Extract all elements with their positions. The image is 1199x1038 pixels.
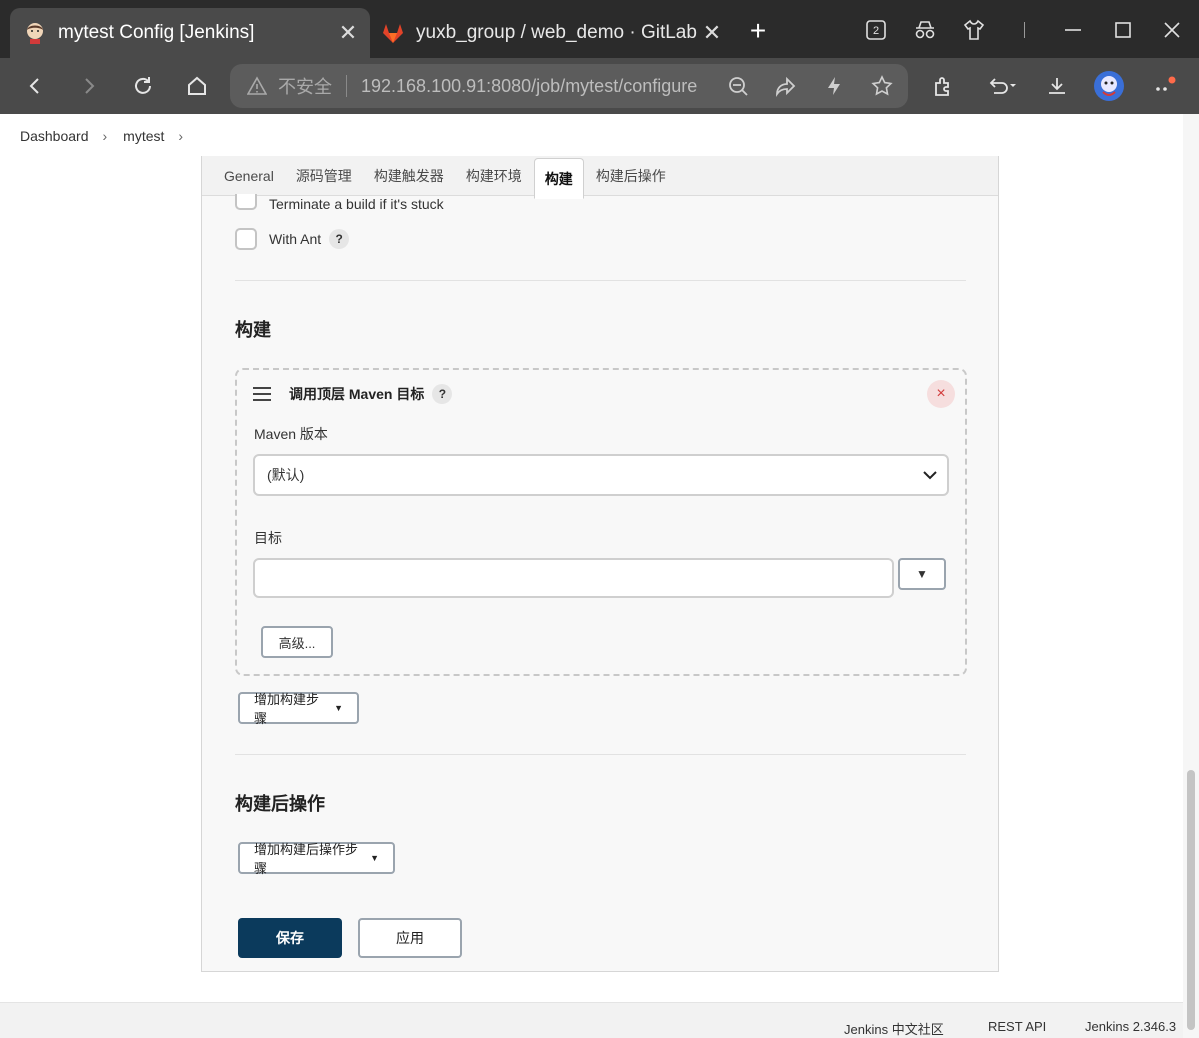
zoom-out-icon[interactable] bbox=[726, 74, 750, 98]
minimize-icon[interactable] bbox=[1055, 14, 1091, 46]
tab-close-icon[interactable]: ✕ bbox=[698, 20, 726, 46]
save-button[interactable]: 保存 bbox=[238, 918, 342, 958]
address-bar[interactable]: 不安全 192.168.100.91:8080/job/mytest/confi… bbox=[230, 64, 908, 108]
with-ant-checkbox[interactable] bbox=[235, 228, 257, 250]
chevron-right-icon[interactable]: › bbox=[178, 128, 183, 144]
footer-rest-api-link[interactable]: REST API bbox=[988, 1019, 1046, 1034]
download-icon[interactable] bbox=[1040, 70, 1074, 102]
toolbar-divider bbox=[1006, 14, 1042, 46]
tab-build[interactable]: 构建 bbox=[533, 158, 584, 199]
build-step-header: 调用顶层 Maven 目标 ? bbox=[253, 384, 453, 404]
maximize-icon[interactable] bbox=[1105, 14, 1141, 46]
advanced-button[interactable]: 高级... bbox=[261, 626, 333, 658]
security-label: 不安全 bbox=[278, 77, 332, 97]
browser-tab-jenkins[interactable]: mytest Config [Jenkins] ✕ bbox=[10, 8, 370, 58]
add-build-step-label: 增加构建步骤 bbox=[254, 692, 320, 726]
add-post-build-step-button[interactable]: 增加构建后操作步骤 ▼ bbox=[238, 842, 395, 876]
goals-input[interactable] bbox=[253, 558, 894, 598]
build-step-title: 调用顶层 Maven 目标 bbox=[289, 386, 425, 402]
share-icon[interactable] bbox=[773, 74, 797, 98]
footer-version-link[interactable]: Jenkins 2.346.3 bbox=[1085, 1019, 1176, 1034]
jenkins-page: Dashboard › mytest › General 源码管理 构建触发器 … bbox=[0, 114, 1199, 1038]
tab-count-icon[interactable]: 2 bbox=[858, 14, 894, 46]
add-post-build-step-label: 增加构建后操作步骤 bbox=[254, 842, 359, 876]
delete-step-button[interactable]: × bbox=[927, 380, 955, 408]
tab-post-build[interactable]: 构建后操作 bbox=[586, 156, 676, 196]
caret-down-icon: ▼ bbox=[334, 703, 343, 713]
config-panel: General 源码管理 构建触发器 构建环境 构建 构建后操作 Termina… bbox=[201, 156, 999, 972]
new-tab-button[interactable]: + bbox=[742, 16, 774, 48]
section-divider bbox=[235, 280, 966, 281]
more-menu-icon[interactable] bbox=[1148, 70, 1182, 102]
extensions-icon[interactable] bbox=[926, 70, 960, 102]
url-text[interactable]: 192.168.100.91:8080/job/mytest/configure bbox=[361, 76, 711, 97]
tab-build-triggers[interactable]: 构建触发器 bbox=[364, 156, 454, 196]
lightning-icon[interactable] bbox=[822, 74, 846, 98]
maven-version-select[interactable]: (默认) bbox=[253, 454, 949, 496]
help-icon[interactable]: ? bbox=[432, 384, 453, 404]
with-ant-label: With Ant bbox=[269, 231, 322, 247]
add-build-step-button[interactable]: 增加构建步骤 ▼ bbox=[238, 692, 359, 726]
help-icon[interactable]: ? bbox=[329, 229, 350, 249]
terminate-stuck-label: Terminate a build if it's stuck bbox=[269, 196, 444, 212]
footer-community-link[interactable]: Jenkins 中文社区 bbox=[844, 1019, 944, 1038]
page-scrollbar[interactable] bbox=[1183, 114, 1199, 1038]
reload-icon[interactable] bbox=[126, 70, 160, 102]
maven-version-value: (默认) bbox=[267, 467, 305, 483]
tab-title: mytest Config [Jenkins] bbox=[58, 22, 255, 43]
gitlab-icon bbox=[380, 20, 406, 46]
tab-count-badge: 2 bbox=[873, 25, 879, 37]
section-divider bbox=[235, 754, 966, 755]
drag-handle-icon[interactable] bbox=[253, 387, 271, 401]
undo-menu-icon[interactable] bbox=[980, 70, 1024, 102]
home-icon[interactable] bbox=[180, 70, 214, 102]
scrollbar-thumb[interactable] bbox=[1187, 770, 1195, 1030]
window-close-icon[interactable] bbox=[1154, 14, 1190, 46]
browser-toolbar: 不安全 192.168.100.91:8080/job/mytest/confi… bbox=[0, 58, 1199, 114]
tab-title: yuxb_group / web_demo · GitLab bbox=[416, 22, 697, 43]
page-footer: Jenkins 中文社区 REST API Jenkins 2.346.3 bbox=[0, 1002, 1199, 1038]
breadcrumb-dashboard[interactable]: Dashboard bbox=[20, 128, 89, 144]
expand-textbox-button[interactable]: ▼ bbox=[898, 558, 946, 590]
incognito-icon[interactable] bbox=[907, 14, 943, 46]
chevron-right-icon[interactable]: › bbox=[103, 128, 108, 144]
back-icon[interactable] bbox=[18, 70, 52, 102]
extension-shirt-icon[interactable] bbox=[956, 14, 992, 46]
jenkins-icon bbox=[22, 20, 48, 46]
browser-tab-strip: mytest Config [Jenkins] ✕ yuxb_group / w… bbox=[0, 0, 1199, 58]
tab-source-management[interactable]: 源码管理 bbox=[286, 156, 362, 196]
post-build-section-title: 构建后操作 bbox=[235, 794, 325, 814]
tab-close-icon[interactable]: ✕ bbox=[334, 20, 362, 46]
warning-icon[interactable] bbox=[246, 75, 268, 97]
breadcrumb: Dashboard › mytest › bbox=[0, 114, 1199, 158]
tab-build-environment[interactable]: 构建环境 bbox=[456, 156, 532, 196]
terminate-stuck-checkbox[interactable] bbox=[235, 194, 257, 210]
with-ant-row: With Ant ? bbox=[235, 228, 350, 250]
bookmark-star-icon[interactable] bbox=[870, 74, 894, 98]
chevron-down-icon bbox=[921, 466, 939, 484]
tab-general[interactable]: General bbox=[214, 156, 284, 196]
maven-version-label: Maven 版本 bbox=[254, 426, 328, 442]
profile-avatar-icon[interactable] bbox=[1092, 70, 1126, 102]
browser-tab-gitlab[interactable]: yuxb_group / web_demo · GitLab ✕ bbox=[372, 8, 734, 58]
apply-button[interactable]: 应用 bbox=[358, 918, 462, 958]
terminate-stuck-row: Terminate a build if it's stuck bbox=[235, 194, 444, 214]
address-divider bbox=[346, 75, 347, 97]
caret-down-icon: ▼ bbox=[370, 853, 379, 863]
build-section-title: 构建 bbox=[235, 320, 271, 340]
goals-label: 目标 bbox=[254, 530, 282, 546]
maven-build-step: 调用顶层 Maven 目标 ? × Maven 版本 (默认) 目标 ▼ 高级.… bbox=[235, 368, 967, 676]
forward-icon[interactable] bbox=[72, 70, 106, 102]
config-tabs: General 源码管理 构建触发器 构建环境 构建 构建后操作 bbox=[202, 156, 998, 199]
breadcrumb-mytest[interactable]: mytest bbox=[123, 128, 164, 144]
